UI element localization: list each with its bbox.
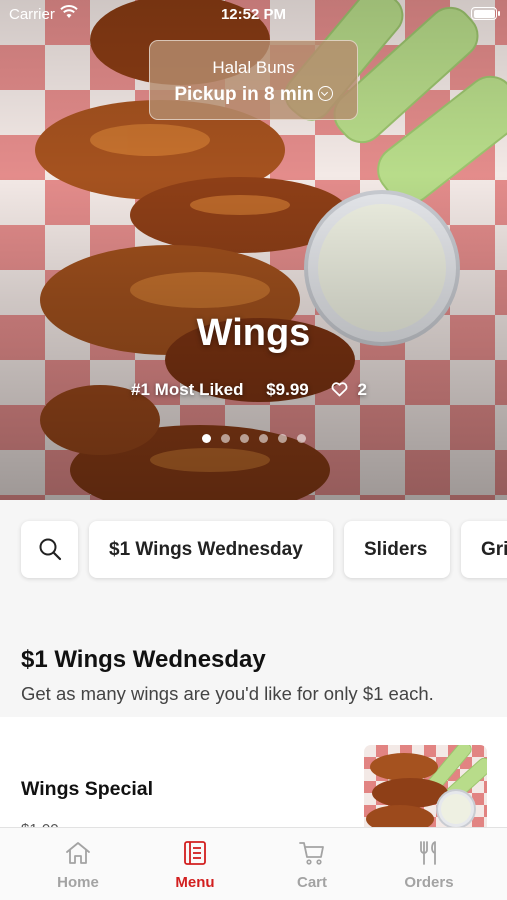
category-bar[interactable]: $1 Wings Wednesday Sliders Grilled xyxy=(0,500,507,600)
category-chip-wings-wednesday[interactable]: $1 Wings Wednesday xyxy=(89,521,333,578)
menu-section-header: $1 Wings Wednesday Get as many wings are… xyxy=(0,600,507,717)
menu-item-card[interactable]: Wings Special $1.00 xyxy=(0,717,507,838)
clock: 12:52 PM xyxy=(220,6,287,23)
tab-bar: Home Menu Cart Orders xyxy=(0,827,507,900)
hero-meta: #1 Most Liked $9.99 2 xyxy=(0,380,507,400)
item-name: Wings Special xyxy=(21,778,154,800)
hero-price: $9.99 xyxy=(266,380,309,399)
category-chip-sliders[interactable]: Sliders xyxy=(344,521,450,578)
carousel-dot[interactable] xyxy=(277,434,287,443)
utensils-icon xyxy=(420,841,436,865)
battery-icon xyxy=(471,7,500,20)
carousel-dot[interactable] xyxy=(220,434,230,443)
home-icon xyxy=(66,842,90,864)
pickup-time: Pickup in 8 min xyxy=(150,84,357,106)
hero-title: Wings xyxy=(196,312,311,354)
carousel-dot[interactable] xyxy=(258,434,268,443)
category-chip-grilled[interactable]: Grilled xyxy=(461,521,507,578)
chevron-down-icon xyxy=(317,86,333,101)
store-name: Halal Buns xyxy=(212,58,295,77)
tab-cart[interactable]: Cart xyxy=(254,828,370,900)
tab-orders-label: Orders xyxy=(404,874,454,891)
likes-count: 2 xyxy=(357,380,367,399)
carousel-dots xyxy=(0,430,507,448)
tab-menu-label: Menu xyxy=(175,874,215,891)
tab-home-label: Home xyxy=(57,874,99,891)
tab-home[interactable]: Home xyxy=(20,828,136,900)
carousel-dot[interactable] xyxy=(239,434,249,443)
most-liked-badge: #1 Most Liked xyxy=(131,380,244,399)
carousel-dot[interactable] xyxy=(201,434,211,443)
status-bar: Carrier 12:52 PM xyxy=(0,0,507,28)
cart-icon xyxy=(299,842,324,865)
item-thumbnail xyxy=(364,745,487,835)
search-button[interactable] xyxy=(21,521,78,578)
tab-orders[interactable]: Orders xyxy=(371,828,487,900)
section-title: $1 Wings Wednesday xyxy=(21,646,266,673)
menu-icon xyxy=(184,841,206,865)
app-screen: Carrier 12:52 PM Halal Buns Pickup in 8 … xyxy=(0,0,507,900)
hero-carousel[interactable]: Carrier 12:52 PM Halal Buns Pickup in 8 … xyxy=(0,0,507,500)
pickup-selector[interactable]: Halal Buns Pickup in 8 min xyxy=(149,40,358,120)
heart-icon xyxy=(332,382,348,397)
tab-menu[interactable]: Menu xyxy=(137,828,253,900)
likes: 2 xyxy=(331,380,375,399)
item-photo xyxy=(366,745,487,833)
tab-cart-label: Cart xyxy=(296,874,327,891)
carousel-dot[interactable] xyxy=(296,434,306,443)
section-description: Get as many wings are you'd like for onl… xyxy=(21,683,434,704)
search-icon xyxy=(39,538,62,561)
